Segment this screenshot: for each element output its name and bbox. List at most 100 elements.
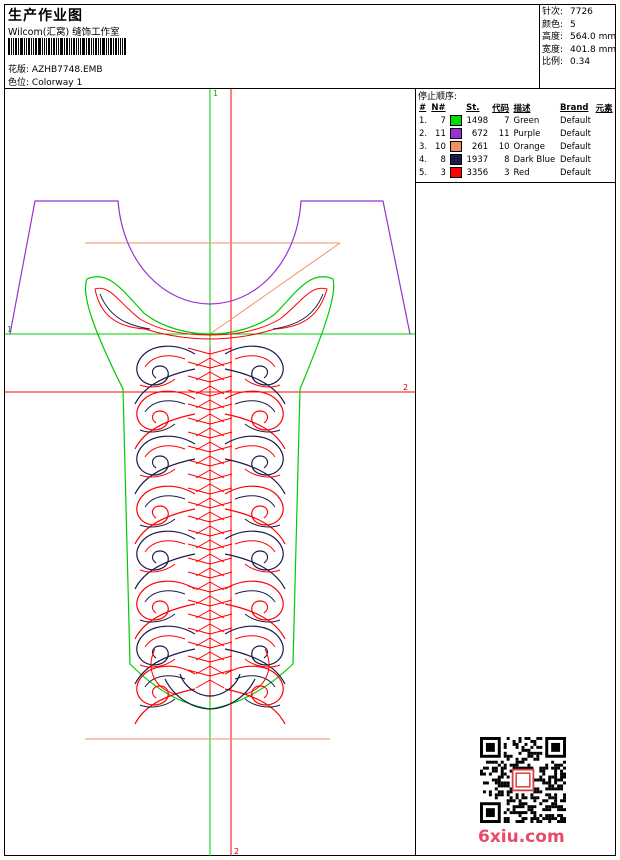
- studio-name: Wilcom(汇窝) 缝饰工作室: [8, 27, 120, 38]
- row-needle: 7: [440, 115, 446, 126]
- stats-panel: 针次: 7726 颜色: 5 高度: 564.0 mm 宽度: 401.8 mm 比例:…: [542, 6, 616, 69]
- col-desc: 描述: [513, 103, 531, 114]
- row-index: 4.: [419, 154, 428, 165]
- color-swatch: [449, 167, 462, 178]
- col-stitches: St.: [466, 102, 480, 113]
- stat-height: 高度: 564.0 mm: [542, 32, 617, 42]
- ornament-stroke: [224, 485, 286, 545]
- row-brand: Default: [559, 141, 592, 152]
- row-stitches: 261: [471, 141, 489, 152]
- row-swatch: [448, 127, 464, 140]
- stat-width: 宽度: 401.8 mm: [542, 44, 617, 55]
- row-desc: Purple: [513, 128, 541, 139]
- row-code: 8: [504, 154, 510, 165]
- ornament-stroke: [224, 390, 286, 450]
- table-bottom-divider: [415, 182, 616, 183]
- color-swatch: [449, 154, 462, 165]
- watermark-logo: 6xiu.com: [478, 827, 565, 847]
- row-stitches: 3356: [466, 167, 489, 178]
- row-desc: Green: [513, 115, 540, 126]
- row-needle: 8: [440, 154, 446, 165]
- color-row: 3. 10 261 10 Orange Default: [417, 140, 615, 153]
- color-row: 5. 3 3356 3 Red Default: [417, 166, 615, 179]
- row-brand: Default: [559, 128, 592, 139]
- ornament-stroke: [224, 625, 286, 685]
- stat-colors: 颜色: 5: [542, 19, 576, 30]
- color-row: 4. 8 1937 8 Dark Blue Default: [417, 153, 615, 166]
- row-code: 10: [498, 141, 510, 152]
- axis-marker-top: 1: [213, 89, 218, 98]
- row-swatch: [448, 166, 464, 179]
- design-value: AZHB7748.EMB: [31, 65, 103, 75]
- row-element: [594, 114, 615, 127]
- ornament-stroke: [224, 530, 286, 590]
- color-row: 2. 11 672 11 Purple Default: [417, 127, 615, 140]
- row-brand: Default: [559, 167, 592, 178]
- row-stitches: 672: [471, 128, 489, 139]
- ornament-stroke: [134, 390, 196, 450]
- row-desc: Dark Blue: [513, 154, 556, 165]
- row-brand: Default: [559, 154, 592, 165]
- ornament-stroke: [134, 580, 196, 640]
- design-file: 花版: AZHB7748.EMB: [8, 62, 103, 75]
- stat-scale: 比例: 0.34: [542, 57, 591, 67]
- row-index: 3.: [419, 141, 428, 152]
- row-index: 5.: [419, 167, 428, 178]
- axis-marker-bottom: 2: [234, 847, 239, 856]
- row-needle: 3: [440, 167, 446, 178]
- col-needle: N#: [431, 102, 446, 113]
- colorway-value: Colorway 1: [31, 78, 83, 88]
- color-row: 1. 7 1498 7 Green Default: [417, 114, 615, 127]
- col-brand: Brand: [559, 102, 589, 113]
- stat-stitches: 针次: 7726: [542, 7, 593, 17]
- row-desc: Red: [513, 167, 530, 178]
- col-code: 代码: [492, 103, 510, 114]
- row-stitches: 1498: [466, 115, 489, 126]
- ornament-stroke: [134, 485, 196, 545]
- stats-divider: [539, 4, 540, 88]
- col-swatch: [448, 101, 464, 114]
- panel-divider: [415, 88, 416, 856]
- row-stitches: 1937: [466, 154, 489, 165]
- row-code: 11: [498, 128, 510, 139]
- row-needle: 11: [435, 128, 446, 139]
- row-code: 3: [504, 167, 510, 178]
- ornament-stroke: [134, 665, 196, 725]
- color-swatch: [449, 115, 462, 126]
- row-element: [594, 153, 615, 166]
- row-code: 7: [504, 115, 510, 126]
- ornament-stroke: [224, 665, 286, 725]
- embroidery-design-canvas: 1 1 2 2: [5, 89, 415, 856]
- row-swatch: [448, 153, 464, 166]
- ornament-stroke: [134, 625, 196, 685]
- page-title: 生产作业图: [8, 8, 83, 24]
- ornament-pattern: [134, 345, 286, 725]
- design-label: 花版:: [8, 65, 30, 75]
- row-index: 2.: [419, 128, 428, 139]
- ornament-stroke: [224, 580, 286, 640]
- row-element: [594, 127, 615, 140]
- ornament-stroke: [224, 435, 286, 495]
- colorway: 色位: Colorway 1: [8, 75, 82, 88]
- col-index: #: [419, 102, 427, 113]
- row-element: [594, 140, 615, 153]
- col-element: 元素: [595, 103, 613, 114]
- ornament-stroke: [134, 435, 196, 495]
- color-swatch: [449, 141, 462, 152]
- qr-code-icon: [480, 737, 566, 823]
- ornament-stroke: [224, 345, 286, 405]
- table-header: # N# St. 代码 描述 Brand 元素: [417, 101, 615, 114]
- row-swatch: [448, 114, 464, 127]
- row-index: 1.: [419, 115, 428, 126]
- color-sequence-table: # N# St. 代码 描述 Brand 元素 1. 7 1498 7 Green Def…: [417, 101, 615, 179]
- ornament-stroke: [134, 345, 196, 405]
- row-desc: Orange: [513, 141, 545, 152]
- row-brand: Default: [559, 115, 592, 126]
- ornament-stroke: [134, 530, 196, 590]
- axis-marker-right: 2: [403, 383, 408, 392]
- color-swatch: [449, 128, 462, 139]
- row-element: [594, 166, 615, 179]
- colorway-label: 色位:: [8, 78, 30, 88]
- barcode: [8, 38, 150, 55]
- row-swatch: [448, 140, 464, 153]
